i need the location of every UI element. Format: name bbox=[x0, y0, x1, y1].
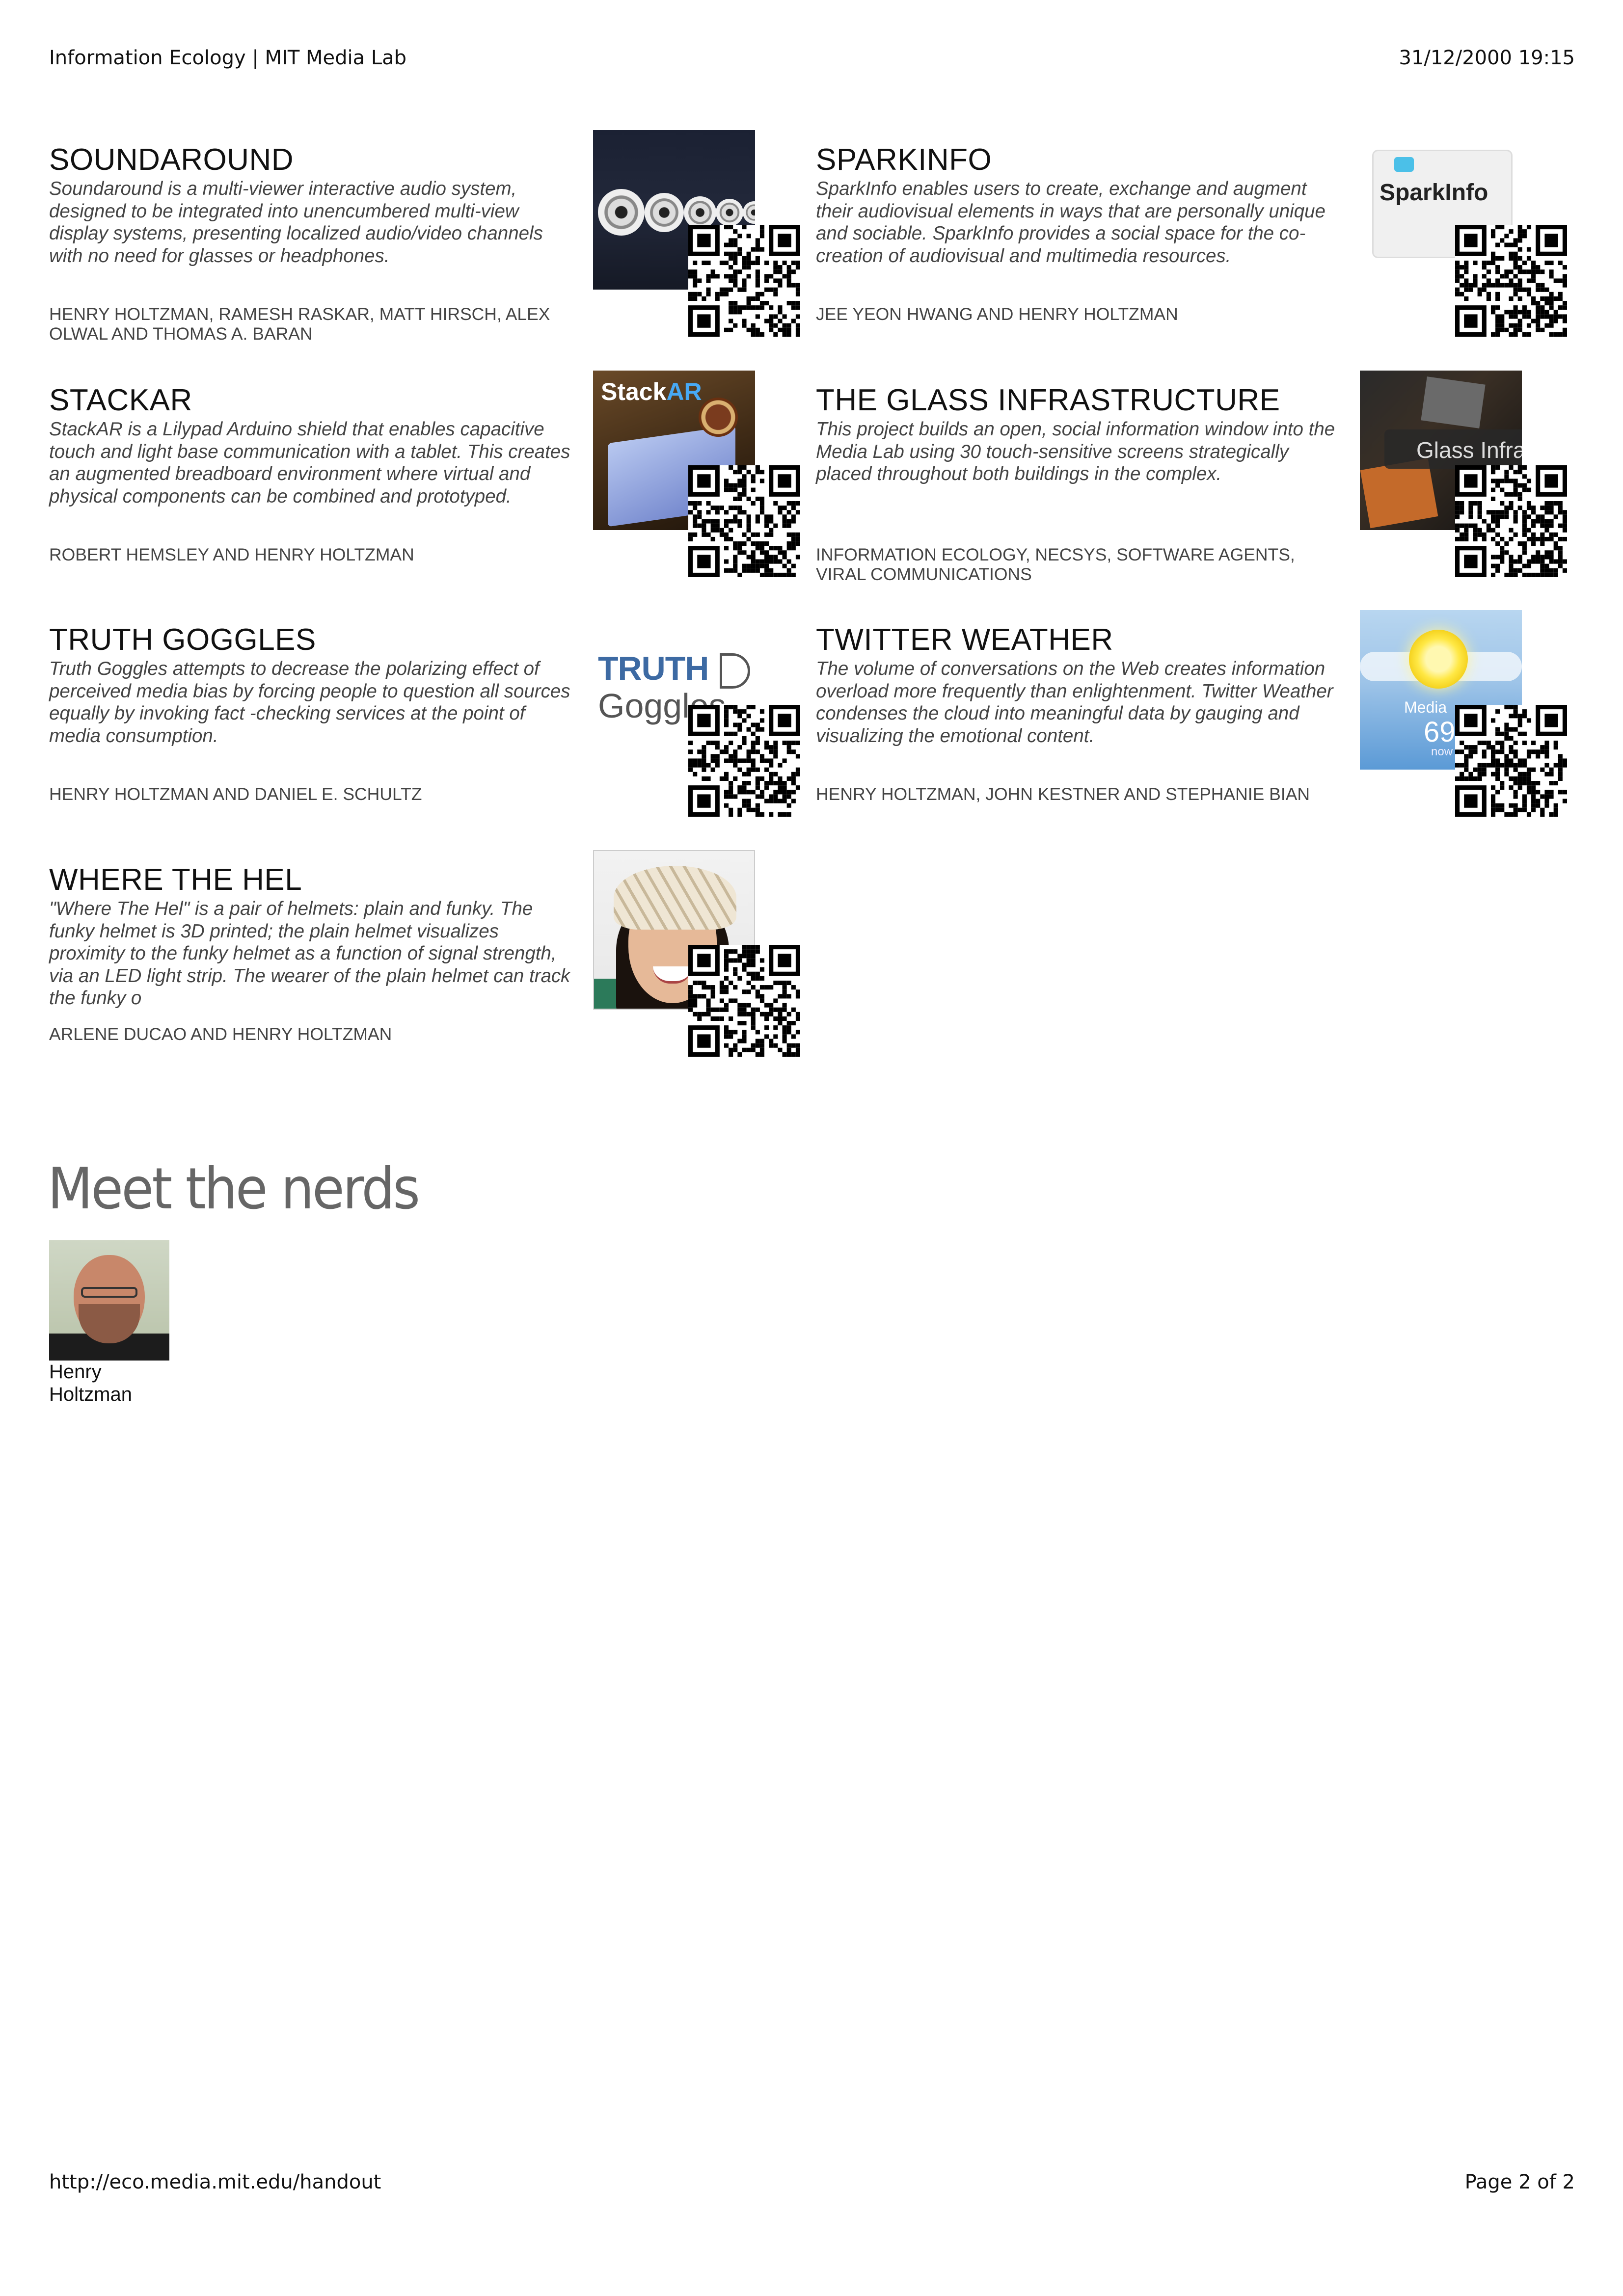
footer-url[interactable]: http://eco.media.mit.edu/handout bbox=[49, 2171, 381, 2193]
thumbnail-label: TRUTH bbox=[598, 650, 709, 687]
qr-code[interactable] bbox=[688, 465, 800, 577]
project-authors: HENRY HOLTZMAN, RAMESH RASKAR, MATT HIRS… bbox=[49, 304, 550, 344]
project-card: SOUNDAROUND Soundaround is a multi-viewe… bbox=[49, 130, 805, 368]
nerd-last-name: Holtzman bbox=[49, 1384, 132, 1405]
thumbnail-label: Glass Infras bbox=[1416, 437, 1522, 463]
project-description: SparkInfo enables users to create, excha… bbox=[816, 178, 1325, 267]
project-title[interactable]: SPARKINFO bbox=[816, 142, 992, 177]
project-card: THE GLASS INFRASTRUCTURE This project bu… bbox=[816, 371, 1572, 609]
header-timestamp: 31/12/2000 19:15 bbox=[1399, 47, 1575, 69]
project-authors: ROBERT HEMSLEY AND HENRY HOLTZMAN bbox=[49, 545, 414, 564]
project-authors: ARLENE DUCAO AND HENRY HOLTZMAN bbox=[49, 1024, 392, 1044]
project-description: The volume of conversations on the Web c… bbox=[816, 658, 1333, 747]
project-description: This project builds an open, social info… bbox=[816, 419, 1335, 484]
project-title[interactable]: WHERE THE HEL bbox=[49, 862, 302, 897]
project-card: WHERE THE HEL "Where The Hel" is a pair … bbox=[49, 850, 805, 1088]
footer-page-number: Page 2 of 2 bbox=[1464, 2171, 1575, 2193]
project-card: TWITTER WEATHER The volume of conversati… bbox=[816, 610, 1572, 848]
project-card: TRUTH GOGGLES Truth Goggles attempts to … bbox=[49, 610, 805, 848]
thumbnail-label: SparkInfo bbox=[1380, 180, 1488, 206]
qr-code[interactable] bbox=[688, 705, 800, 817]
project-title[interactable]: TRUTH GOGGLES bbox=[49, 622, 316, 657]
project-authors: JEE YEON HWANG AND HENRY HOLTZMAN bbox=[816, 304, 1178, 324]
project-card: STACKAR StackAR is a Lilypad Arduino shi… bbox=[49, 371, 805, 609]
project-title[interactable]: STACKAR bbox=[49, 383, 192, 418]
nerd-profile[interactable]: Henry Holtzman bbox=[49, 1240, 169, 1406]
project-authors: HENRY HOLTZMAN AND DANIEL E. SCHULTZ bbox=[49, 784, 422, 804]
project-description: "Where The Hel" is a pair of helmets: pl… bbox=[49, 898, 570, 1009]
project-title[interactable]: THE GLASS INFRASTRUCTURE bbox=[816, 383, 1280, 418]
qr-code[interactable] bbox=[688, 225, 800, 337]
project-description: Soundaround is a multi-viewer interactiv… bbox=[49, 178, 543, 267]
avatar[interactable] bbox=[49, 1240, 169, 1361]
project-description: StackAR is a Lilypad Arduino shield that… bbox=[49, 419, 570, 507]
helmet-image bbox=[614, 866, 736, 930]
thumbnail-value: 69 bbox=[1424, 716, 1456, 748]
qr-code[interactable] bbox=[1455, 705, 1567, 817]
project-card: SPARKINFO SparkInfo enables users to cre… bbox=[816, 130, 1572, 368]
header-site-title: Information Ecology | MIT Media Lab bbox=[49, 47, 407, 69]
goggles-icon bbox=[720, 653, 750, 689]
nerd-first-name: Henry bbox=[49, 1361, 102, 1383]
project-authors: INFORMATION ECOLOGY, NECSYS, SOFTWARE AG… bbox=[816, 545, 1295, 584]
project-authors: HENRY HOLTZMAN, JOHN KESTNER AND STEPHAN… bbox=[816, 784, 1310, 804]
qr-code[interactable] bbox=[1455, 225, 1567, 337]
thumbnail-label: Media bbox=[1404, 698, 1447, 716]
qr-code[interactable] bbox=[1455, 465, 1567, 577]
project-title[interactable]: SOUNDAROUND bbox=[49, 142, 294, 177]
meet-the-nerds-heading: Meet the nerds bbox=[48, 1156, 420, 1222]
project-title[interactable]: TWITTER WEATHER bbox=[816, 622, 1113, 657]
qr-code[interactable] bbox=[688, 945, 800, 1057]
project-description: Truth Goggles attempts to decrease the p… bbox=[49, 658, 570, 747]
sun-icon bbox=[1409, 630, 1468, 689]
thumbnail-caption: now bbox=[1431, 745, 1453, 758]
thumbnail-label: StackAR bbox=[601, 378, 702, 405]
